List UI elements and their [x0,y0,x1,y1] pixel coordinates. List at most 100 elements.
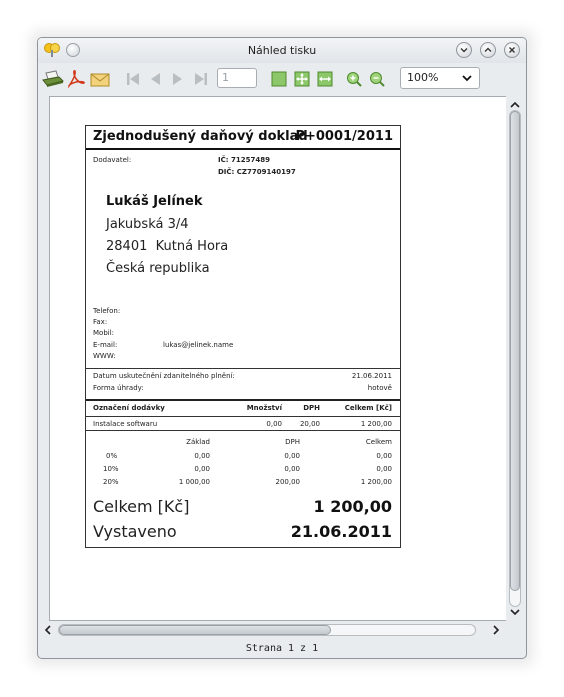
summary-rate: 0% [106,452,118,460]
zoom-in-icon [347,72,362,87]
chevron-down-icon [462,75,472,82]
zoom-value: 100% [407,71,439,84]
summary-header-base: Základ [186,438,210,446]
first-page-icon [127,73,139,85]
page-status: Strana 1 z 1 [245,643,319,654]
email-value: lukas@jelinek.name [163,341,234,349]
item-name: Instalace softwaru [93,420,158,428]
supplier-label: Dodavatel: [93,156,132,164]
zoom-in-button[interactable] [344,68,364,90]
divider [86,430,400,431]
chevron-up-icon [484,47,492,52]
items-header-total: Celkem [Kč] [344,404,392,412]
summary-rate: 10% [103,465,119,473]
items-header-vat: DPH [303,404,320,412]
invoice-page: Zjednodušený daňový doklad P+0001/2011 D… [85,125,401,548]
send-email-button[interactable] [89,68,111,90]
scroll-up-icon[interactable] [509,100,521,110]
phone-label: Telefon: [93,307,121,315]
dic-label: DIČ: [218,168,235,176]
title-bar[interactable]: Náhled tisku [38,38,526,63]
fax-label: Fax: [93,318,108,326]
previous-page-icon [151,73,160,85]
divider [86,399,400,401]
divider [86,416,400,417]
page-fit-icon [271,71,287,87]
pdf-icon [68,70,85,89]
previous-page-button[interactable] [145,68,165,90]
envelope-icon [90,73,110,87]
horizontal-scroll-thumb[interactable] [59,625,331,635]
next-page-icon [173,73,182,85]
summary-base: 1 000,00 [178,478,210,486]
invoice-header: Zjednodušený daňový doklad P+0001/2011 [86,126,400,150]
summary-vat: 0,00 [284,452,300,460]
printer-icon [42,70,64,87]
email-label: E-mail: [93,341,118,349]
vertical-scroll-track[interactable] [509,110,521,607]
grand-total: 1 200,00 [313,497,392,516]
item-total: 1 200,00 [360,420,392,428]
dic-value: CZ7709140197 [236,168,296,176]
payment-method: hotově [367,384,392,392]
close-button[interactable] [504,42,520,58]
fit-width-icon [317,71,333,87]
last-page-icon [195,73,207,85]
supplier-name: Lukáš Jelínek [106,194,203,209]
first-page-button[interactable] [123,68,143,90]
window-title: Náhled tisku [247,44,317,57]
close-icon [509,47,515,53]
last-page-button[interactable] [191,68,211,90]
zoom-out-icon [370,72,385,87]
ic-label: IČ: [218,156,229,164]
fit-width-button[interactable] [314,68,336,90]
ic-value: 71257489 [230,156,270,164]
summary-base: 0,00 [194,465,210,473]
supplier-city: 28401 Kutná Hora [106,239,229,254]
print-button[interactable] [41,68,65,90]
export-pdf-button[interactable] [65,68,87,90]
item-vat: 20,00 [299,420,320,428]
scroll-down-icon[interactable] [509,607,521,617]
next-page-button[interactable] [168,68,188,90]
dic-row: DIČ: CZ7709140197 [218,168,296,176]
summary-rate: 20% [103,478,119,486]
summary-header-vat: DPH [285,438,300,446]
minimize-button[interactable] [456,42,472,58]
scroll-left-icon[interactable] [43,625,53,635]
taxable-date-label: Datum uskutečnění zdanitelného plnění: [93,372,235,380]
horizontal-scrollbar[interactable] [38,621,526,639]
summary-base: 0,00 [194,452,210,460]
horizontal-scroll-track[interactable] [58,624,476,636]
summary-vat: 200,00 [275,478,301,486]
summary-total: 0,00 [376,465,392,473]
vertical-scrollbar[interactable] [506,96,524,621]
chevron-down-icon [460,48,468,53]
grand-total-label: Celkem [Kč] [93,497,190,516]
item-qty: 0,00 [266,420,282,428]
mobile-label: Mobil: [93,329,115,337]
items-header-qty: Množství [246,404,282,412]
page-number-input[interactable]: 1 [217,68,257,88]
zoom-select[interactable]: 100% [400,67,480,89]
divider [86,368,400,369]
payment-label: Forma úhrady: [93,384,144,392]
summary-total: 0,00 [376,452,392,460]
issued-label: Vystaveno [93,522,177,541]
summary-header-total: Celkem [365,438,392,446]
scroll-right-icon[interactable] [491,625,501,635]
zoom-out-button[interactable] [367,68,387,90]
ic-row: IČ: 71257489 [218,156,270,164]
zoom-page-button[interactable] [268,68,290,90]
summary-vat: 0,00 [284,465,300,473]
www-label: WWW: [93,352,116,360]
maximize-button[interactable] [480,42,496,58]
supplier-country: Česká republika [106,261,210,276]
items-header-name: Označení dodávky [93,404,165,412]
vertical-scroll-thumb[interactable] [510,111,520,591]
fit-page-button[interactable] [291,68,313,90]
supplier-street: Jakubská 3/4 [106,217,189,232]
taxable-date: 21.06.2011 [351,372,392,380]
invoice-title: Zjednodušený daňový doklad [93,129,308,144]
summary-total: 1 200,00 [360,478,392,486]
